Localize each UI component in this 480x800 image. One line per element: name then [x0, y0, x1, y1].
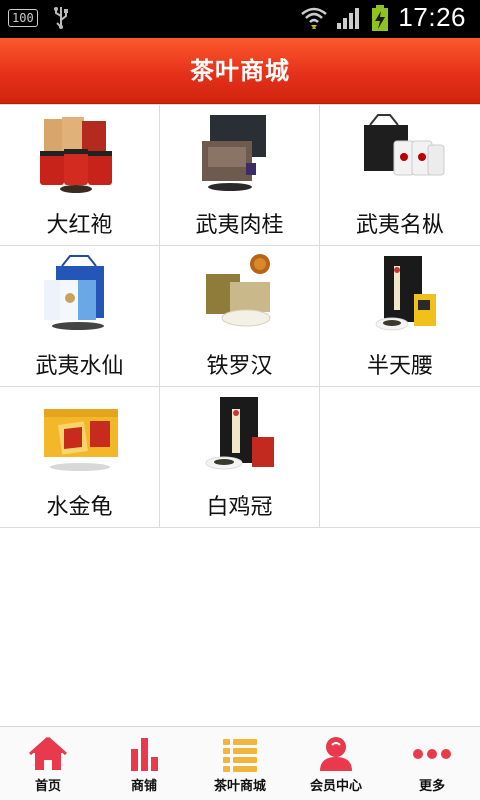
more-dots-icon — [413, 749, 451, 759]
nav-label-more: 更多 — [418, 779, 445, 794]
bottom-nav: 首页 商铺 茶叶商城 会员中心 更多 — [0, 726, 480, 800]
product-item-wuyi-mingcong[interactable]: 武夷名枞 — [320, 105, 480, 246]
product-label: 大红袍 — [46, 213, 113, 238]
product-item-baijiguan[interactable]: 白鸡冠 — [160, 387, 320, 528]
product-image-wuyi-mingcong — [364, 114, 445, 176]
user-icon — [320, 737, 352, 771]
title-bar: 茶叶商城 — [0, 38, 480, 104]
nav-label-home: 首页 — [34, 779, 61, 794]
product-image-wuyi-rougui — [202, 115, 266, 191]
product-item-wuyi-shuixian[interactable]: 武夷水仙 — [0, 246, 160, 387]
empty-grid-cell — [320, 387, 480, 528]
battery-percent-icon: 100 — [8, 9, 38, 27]
product-label: 铁罗汉 — [206, 354, 273, 379]
status-bar: 100 17:26 — [0, 0, 480, 38]
bar-chart-icon — [131, 738, 158, 771]
nav-label-tea-mall: 茶叶商城 — [213, 779, 266, 794]
home-icon — [29, 736, 67, 770]
page-title: 茶叶商城 — [190, 57, 290, 85]
product-label: 水金龟 — [46, 495, 113, 520]
wifi-icon — [301, 7, 328, 29]
product-image-wuyi-shuixian — [44, 255, 104, 330]
nav-item-member-center[interactable]: 会员中心 — [288, 727, 384, 800]
product-item-shuijingui[interactable]: 水金龟 — [0, 387, 160, 528]
product-label: 武夷名枞 — [355, 213, 444, 238]
product-image-tieluohan — [206, 254, 271, 327]
product-image-baijiguan — [205, 397, 274, 470]
list-icon — [223, 739, 257, 772]
product-image-dahongpao — [40, 117, 112, 193]
product-image-bantianyao — [375, 256, 436, 331]
nav-label-member-center: 会员中心 — [309, 779, 362, 794]
nav-item-tea-mall[interactable]: 茶叶商城 — [192, 727, 288, 800]
nav-item-home[interactable]: 首页 — [0, 727, 96, 800]
product-item-bantianyao[interactable]: 半天腰 — [320, 246, 480, 387]
product-item-dahongpao[interactable]: 大红袍 — [0, 105, 160, 246]
product-label: 半天腰 — [366, 354, 433, 379]
usb-icon — [53, 7, 68, 29]
product-label: 武夷水仙 — [35, 354, 124, 379]
signal-icon — [337, 7, 360, 29]
product-item-wuyi-rougui[interactable]: 武夷肉桂 — [160, 105, 320, 246]
nav-label-shops: 商铺 — [130, 779, 157, 794]
product-item-tieluohan[interactable]: 铁罗汉 — [160, 246, 320, 387]
nav-item-shops[interactable]: 商铺 — [96, 727, 192, 800]
status-time: 17:26 — [398, 2, 466, 32]
product-label: 白鸡冠 — [206, 495, 273, 520]
battery-charging-icon — [372, 4, 389, 31]
nav-item-more[interactable]: 更多 — [384, 727, 480, 800]
product-image-shuijingui — [44, 409, 118, 471]
product-grid: 大红袍 武夷肉桂 武夷名枞 武夷水仙 铁罗汉 半天腰 水金龟 白鸡冠 — [0, 104, 480, 528]
product-label: 武夷肉桂 — [195, 213, 284, 238]
